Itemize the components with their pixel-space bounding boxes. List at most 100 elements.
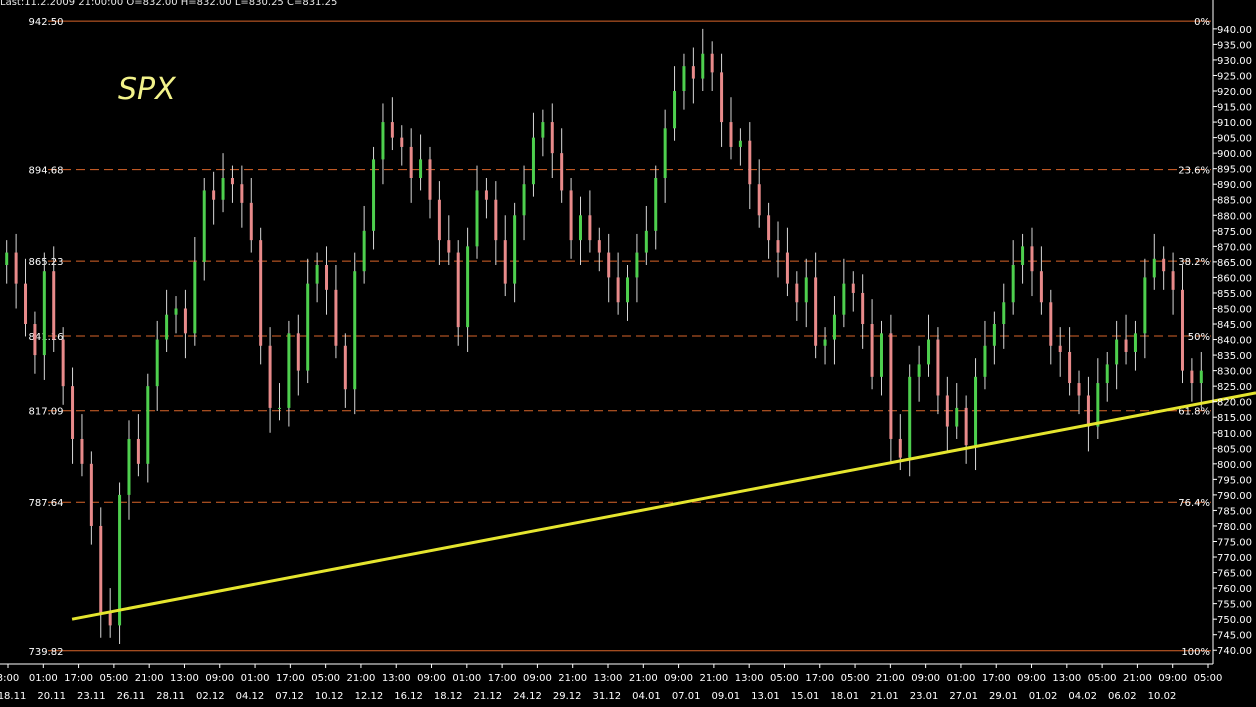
candle-body <box>673 91 677 129</box>
time-tick-label: 21:00 <box>1123 673 1152 684</box>
fib-percent-label: 0% <box>1194 17 1210 28</box>
price-tick-label: 750.00 <box>1217 615 1252 626</box>
candle-body <box>325 264 329 290</box>
fib-price-label: 942.50 <box>29 17 64 28</box>
candle-body <box>428 159 432 200</box>
candle-body <box>52 271 56 340</box>
candle-body <box>409 146 413 178</box>
candle-body <box>193 261 197 334</box>
candle-body <box>823 339 827 346</box>
price-tick-label: 815.00 <box>1217 413 1252 424</box>
candle-body <box>597 240 601 253</box>
candle-body <box>964 407 968 446</box>
date-tick-label: 21.12 <box>474 691 503 702</box>
price-tick-label: 830.00 <box>1217 367 1252 378</box>
date-tick-label: 10.12 <box>315 691 344 702</box>
time-tick-label: 05:00 <box>770 673 799 684</box>
price-tick-label: 765.00 <box>1217 569 1252 580</box>
date-tick-label: 26.11 <box>117 691 146 702</box>
candle-body <box>183 308 187 334</box>
candle-body <box>710 53 714 73</box>
fib-price-label: 739.82 <box>29 647 64 658</box>
time-tick-label: 09:00 <box>1158 673 1187 684</box>
date-tick-label: 02.12 <box>196 691 225 702</box>
candle-body <box>108 612 112 626</box>
candle-body <box>879 333 883 377</box>
time-tick-label: 17:00 <box>982 673 1011 684</box>
date-tick-label: 29.12 <box>553 691 582 702</box>
date-tick-label: 09.01 <box>711 691 740 702</box>
candle-body <box>24 283 28 325</box>
date-tick-label: 23.01 <box>910 691 939 702</box>
fib-percent-label: 23.6% <box>1178 166 1210 177</box>
candle-body <box>1086 395 1090 427</box>
time-tick-label: 05:00 <box>1088 673 1117 684</box>
candle-body <box>1002 302 1006 325</box>
candle-body <box>927 339 931 365</box>
candle-body <box>268 345 272 408</box>
time-axis: 3:0001:0017:0005:0021:0013:0009:0001:001… <box>0 664 1222 702</box>
time-tick-label: 05:00 <box>311 673 340 684</box>
date-tick-label: 20.11 <box>37 691 66 702</box>
date-tick-label: 04.02 <box>1068 691 1097 702</box>
candle-body <box>1039 271 1043 303</box>
candle-body <box>1115 339 1119 365</box>
candle-body <box>1171 271 1175 290</box>
candle-body <box>202 190 206 262</box>
price-tick-label: 900.00 <box>1217 149 1252 160</box>
price-tick-label: 885.00 <box>1217 196 1252 207</box>
candle-body <box>861 292 865 325</box>
candle-body <box>785 252 789 284</box>
candle-body <box>33 324 37 356</box>
fib-price-label: 894.68 <box>29 166 64 177</box>
candle-body <box>682 66 686 92</box>
fibonacci-levels: 942.50 0%894.68 23.6%865.23 38.2%841.16 50%8… <box>29 17 1211 658</box>
date-tick-label: 27.01 <box>949 691 978 702</box>
date-tick-label: 06.02 <box>1108 691 1137 702</box>
trendline-layer <box>71 391 1256 621</box>
price-axis: 740.00 745.00 750.00 755.00 760.00 765.00 770.… <box>0 0 1252 665</box>
candle-body <box>832 314 836 340</box>
date-tick-label: 15.01 <box>791 691 820 702</box>
date-tick-label: 21.01 <box>870 691 899 702</box>
candle-body <box>1143 277 1147 334</box>
candle-body <box>1030 246 1034 272</box>
candle-body <box>898 438 902 458</box>
price-tick-label: 740.00 <box>1217 646 1252 657</box>
date-tick-label: 16.12 <box>394 691 423 702</box>
time-tick-label: 09:00 <box>417 673 446 684</box>
time-tick-label: 17:00 <box>276 673 305 684</box>
fib-percent-label: 61.8% <box>1178 407 1210 418</box>
price-tick-label: 920.00 <box>1217 87 1252 98</box>
price-tick-label: 745.00 <box>1217 631 1252 642</box>
price-tick-label: 825.00 <box>1217 382 1252 393</box>
candle-body <box>99 525 103 613</box>
candle-body <box>249 202 253 241</box>
date-tick-label: 12.12 <box>355 691 384 702</box>
candle-body <box>1152 258 1156 278</box>
time-tick-label: 13:00 <box>382 673 411 684</box>
candle-body <box>531 137 535 185</box>
time-tick-label: 09:00 <box>205 673 234 684</box>
candle-body <box>795 283 799 303</box>
candle-body <box>155 339 159 387</box>
date-tick-label: 07.12 <box>275 691 304 702</box>
candle-body <box>353 271 357 390</box>
date-tick-label: 29.01 <box>989 691 1018 702</box>
price-tick-label: 775.00 <box>1217 537 1252 548</box>
date-tick-label: 18.11 <box>0 691 26 702</box>
time-tick-label: 09:00 <box>523 673 552 684</box>
time-tick-label: 21:00 <box>876 673 905 684</box>
time-tick-label: 13:00 <box>1052 673 1081 684</box>
time-tick-label: 09:00 <box>664 673 693 684</box>
date-tick-label: 31.12 <box>593 691 622 702</box>
fib-price-label: 865.23 <box>29 257 64 268</box>
candle-body <box>691 66 695 79</box>
candle-body <box>230 178 234 185</box>
candle-body <box>240 184 244 203</box>
price-tick-label: 845.00 <box>1217 320 1252 331</box>
date-tick-label: 23.11 <box>77 691 106 702</box>
price-tick-label: 840.00 <box>1217 336 1252 347</box>
candle-body <box>466 246 470 328</box>
candle-body <box>738 140 742 147</box>
